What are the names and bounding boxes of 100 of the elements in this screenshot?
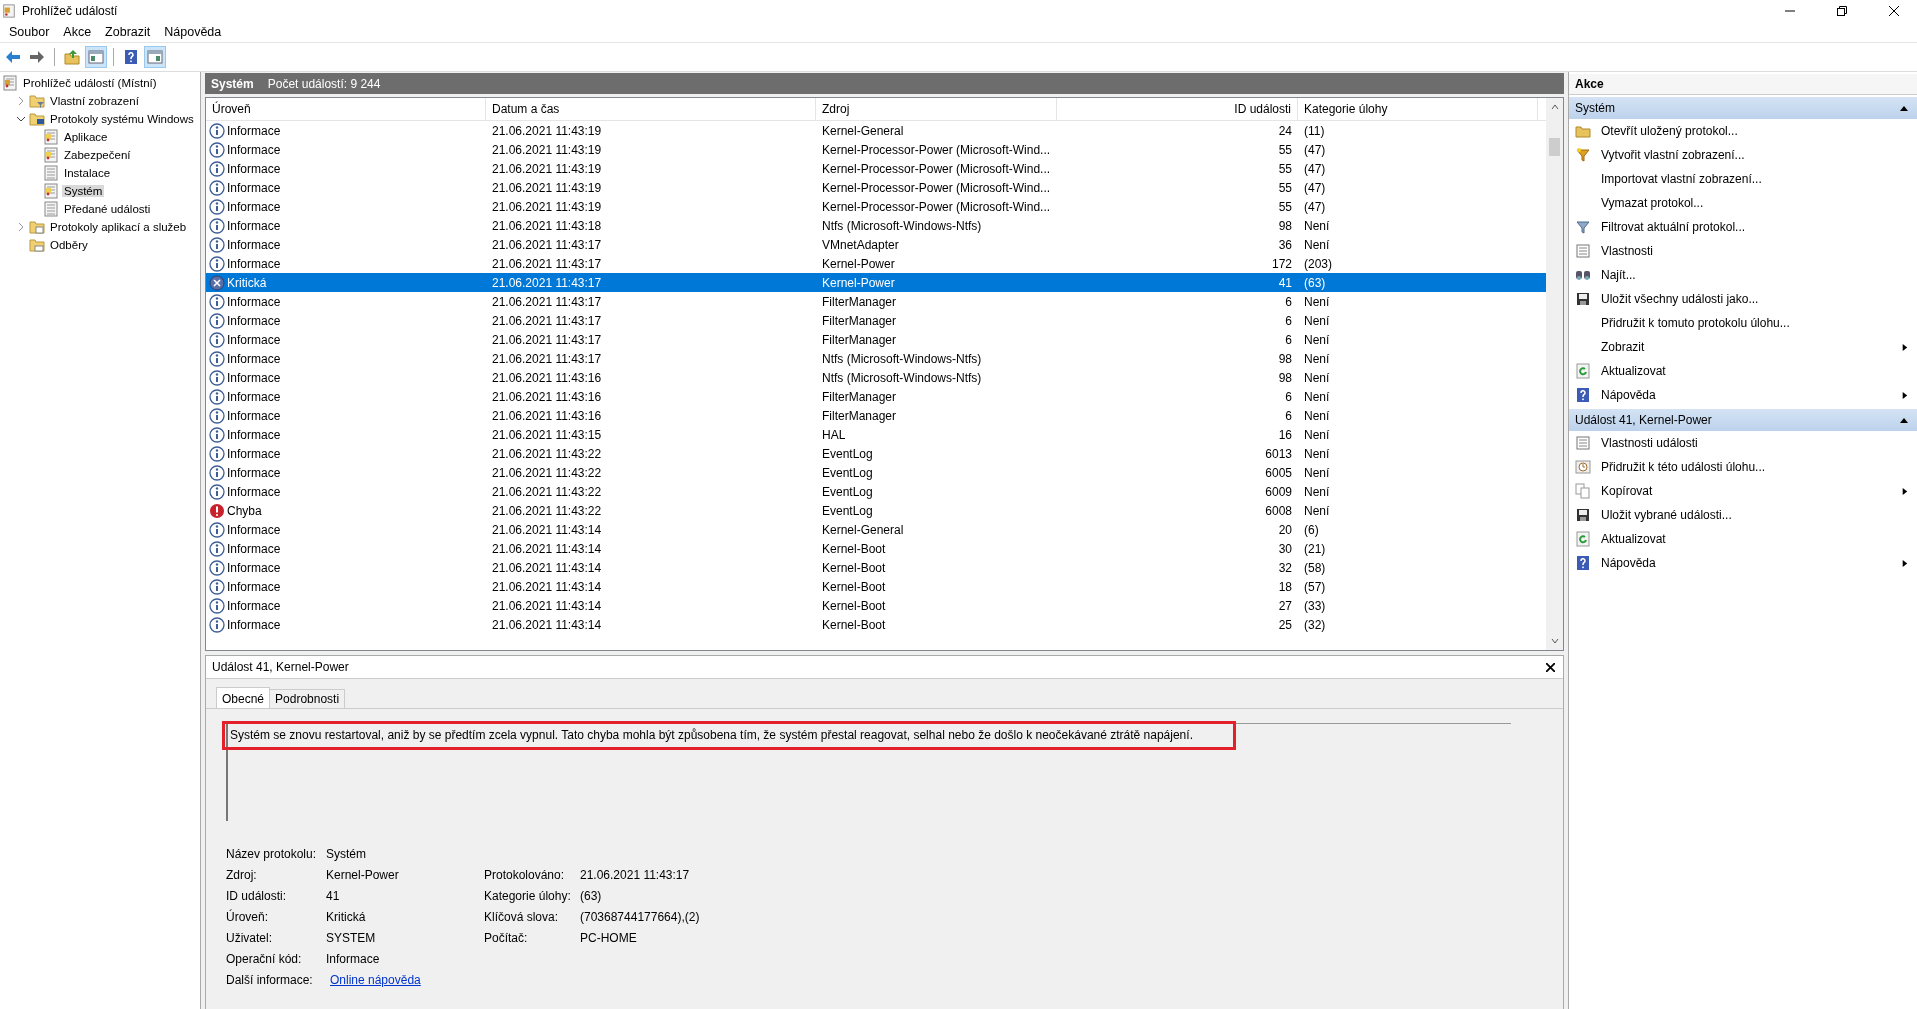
event-row[interactable]: Informace 21.06.2021 11:43:19 Kernel-Processor-Power (Microsoft-Wind... 55 (47) — [206, 178, 1546, 197]
action-item[interactable]: Nápověda — [1569, 551, 1917, 575]
action-item[interactable]: Vlastnosti — [1569, 239, 1917, 263]
table-cell: Informace — [227, 446, 281, 461]
info-icon — [209, 217, 225, 234]
event-row[interactable]: Informace 21.06.2021 11:43:17 FilterManager 6 Není — [206, 311, 1546, 330]
table-cell: 21.06.2021 11:43:17 — [492, 275, 602, 290]
column-header[interactable]: ID události — [1057, 98, 1298, 120]
action-item[interactable]: Otevřít uložený protokol... — [1569, 119, 1917, 143]
action-item[interactable]: Přidružit k této události úlohu... — [1569, 455, 1917, 479]
table-cell: 21.06.2021 11:43:17 — [492, 237, 602, 252]
close-button[interactable] — [1544, 660, 1557, 674]
tree-item[interactable]: Vlastní zobrazení — [48, 95, 141, 107]
toolbar-button[interactable] — [85, 46, 107, 68]
table-cell: Informace — [227, 598, 281, 613]
error-icon — [209, 502, 225, 519]
event-row[interactable]: Informace 21.06.2021 11:43:19 Kernel-General 24 (11) — [206, 121, 1546, 140]
log-icon — [43, 165, 59, 181]
action-item[interactable]: Zobrazit — [1569, 335, 1917, 359]
tree-item[interactable]: Protokoly aplikací a služeb — [48, 221, 189, 233]
event-row[interactable]: Informace 21.06.2021 11:43:14 Kernel-Boot 30 (21) — [206, 539, 1546, 558]
table-cell: Chyba — [227, 503, 262, 518]
tree-item[interactable]: Aplikace — [62, 131, 110, 143]
menu-item[interactable]: Soubor — [2, 25, 57, 39]
action-item[interactable]: Aktualizovat — [1569, 359, 1917, 383]
action-item[interactable]: Aktualizovat — [1569, 527, 1917, 551]
menu-item[interactable]: Nápověda — [157, 25, 229, 39]
info-icon — [209, 369, 225, 386]
action-item[interactable]: Vytvořit vlastní zobrazení... — [1569, 143, 1917, 167]
tab[interactable]: Podrobnosti — [269, 689, 346, 708]
event-row[interactable]: Informace 21.06.2021 11:43:14 Kernel-Boot 32 (58) — [206, 558, 1546, 577]
action-item[interactable]: Uložit vybrané události... — [1569, 503, 1917, 527]
action-item[interactable]: Najít... — [1569, 263, 1917, 287]
table-cell: 6 — [1285, 408, 1292, 423]
action-item[interactable]: Uložit všechny události jako... — [1569, 287, 1917, 311]
event-row[interactable]: Informace 21.06.2021 11:43:14 Kernel-Boot 18 (57) — [206, 577, 1546, 596]
help-link[interactable]: Online nápověda — [330, 972, 421, 987]
table-cell: 6 — [1285, 332, 1292, 347]
menu-item[interactable]: Zobrazit — [98, 25, 158, 39]
event-row[interactable]: Informace 21.06.2021 11:43:16 FilterManager 6 Není — [206, 387, 1546, 406]
event-row[interactable]: Informace 21.06.2021 11:43:18 Ntfs (Microsoft-Windows-Ntfs) 98 Není — [206, 216, 1546, 235]
forward-arrow-icon — [29, 49, 45, 65]
event-row[interactable]: Informace 21.06.2021 11:43:19 Kernel-Processor-Power (Microsoft-Wind... 55 (47) — [206, 197, 1546, 216]
event-row[interactable]: Informace 21.06.2021 11:43:15 HAL 16 Není — [206, 425, 1546, 444]
tree-item[interactable]: Předané události — [62, 203, 153, 215]
tree-item[interactable]: Systém — [62, 185, 105, 197]
info-icon — [209, 236, 225, 253]
event-row[interactable]: Informace 21.06.2021 11:43:19 Kernel-Processor-Power (Microsoft-Wind... 55 (47) — [206, 140, 1546, 159]
scrollbar-thumb[interactable] — [1549, 138, 1560, 156]
table-cell: 21.06.2021 11:43:15 — [492, 427, 602, 442]
event-row[interactable]: Informace 21.06.2021 11:43:22 EventLog 6013 Není — [206, 444, 1546, 463]
tree-item[interactable]: Zabezpečení — [62, 149, 133, 161]
tab[interactable]: Obecné — [216, 687, 271, 708]
event-row[interactable]: Informace 21.06.2021 11:43:17 FilterManager 6 Není — [206, 292, 1546, 311]
event-row[interactable]: Informace 21.06.2021 11:43:22 EventLog 6009 Není — [206, 482, 1546, 501]
table-cell: Není — [1304, 484, 1330, 499]
action-item[interactable]: Filtrovat aktuální protokol... — [1569, 215, 1917, 239]
tree-item[interactable]: Prohlížeč událostí (Místní) — [21, 77, 159, 89]
event-row[interactable]: Informace 21.06.2021 11:43:17 Ntfs (Microsoft-Windows-Ntfs) 98 Není — [206, 349, 1546, 368]
table-cell: Informace — [227, 370, 281, 385]
event-row[interactable]: Informace 21.06.2021 11:43:14 Kernel-Boot 27 (33) — [206, 596, 1546, 615]
menu-item[interactable]: Akce — [56, 25, 99, 39]
event-row[interactable]: Informace 21.06.2021 11:43:17 VMnetAdapter 36 Není — [206, 235, 1546, 254]
section-header[interactable]: Systém — [1569, 97, 1917, 119]
tree-item[interactable]: Instalace — [62, 167, 113, 179]
event-row[interactable]: Informace 21.06.2021 11:43:16 Ntfs (Microsoft-Windows-Ntfs) 98 Není — [206, 368, 1546, 387]
event-row[interactable]: Chyba 21.06.2021 11:43:22 EventLog 6008 Není — [206, 501, 1546, 520]
action-item[interactable]: Vlastnosti události — [1569, 431, 1917, 455]
action-item[interactable]: Vymazat protokol... — [1569, 191, 1917, 215]
event-row[interactable]: Informace 21.06.2021 11:43:16 FilterManager 6 Není — [206, 406, 1546, 425]
info-icon — [209, 331, 225, 348]
column-header[interactable]: Kategorie úlohy — [1298, 98, 1538, 120]
toolbar-button[interactable] — [144, 46, 166, 68]
tree-item[interactable]: Odběry — [48, 239, 90, 251]
action-item[interactable]: Importovat vlastní zobrazení... — [1569, 167, 1917, 191]
event-row[interactable]: Informace 21.06.2021 11:43:14 Kernel-Boot 25 (32) — [206, 615, 1546, 634]
refresh-icon — [1575, 363, 1591, 379]
event-row[interactable]: Informace 21.06.2021 11:43:14 Kernel-General 20 (6) — [206, 520, 1546, 539]
action-item[interactable]: Přidružit k tomuto protokolu úlohu... — [1569, 311, 1917, 335]
action-item[interactable]: Kopírovat — [1569, 479, 1917, 503]
event-row[interactable]: Kritická 21.06.2021 11:43:17 Kernel-Power 41 (63) — [206, 273, 1546, 292]
field-label: Operační kód: — [226, 951, 303, 966]
chevron-icon[interactable] — [16, 114, 26, 124]
event-row[interactable]: Informace 21.06.2021 11:43:19 Kernel-Processor-Power (Microsoft-Wind... 55 (47) — [206, 159, 1546, 178]
action-item[interactable]: Nápověda — [1569, 383, 1917, 407]
info-icon — [209, 616, 225, 633]
event-row[interactable]: Informace 21.06.2021 11:43:22 EventLog 6005 Není — [206, 463, 1546, 482]
column-header[interactable]: Datum a čas — [486, 98, 816, 120]
tree-item[interactable]: Protokoly systému Windows — [48, 113, 196, 125]
table-cell: Kernel-Boot — [822, 617, 886, 632]
scrollbar[interactable] — [1546, 98, 1563, 650]
column-header[interactable]: Úroveň — [206, 98, 486, 120]
event-row[interactable]: Informace 21.06.2021 11:43:17 Kernel-Power 172 (203) — [206, 254, 1546, 273]
scroll-down-icon[interactable] — [1549, 636, 1560, 646]
pane-icon — [147, 49, 163, 65]
scroll-up-icon[interactable] — [1549, 102, 1560, 112]
event-row[interactable]: Informace 21.06.2021 11:43:17 FilterManager 6 Není — [206, 330, 1546, 349]
section-header[interactable]: Událost 41, Kernel-Power — [1569, 409, 1917, 431]
table-cell: Informace — [227, 294, 281, 309]
column-header[interactable]: Zdroj — [816, 98, 1057, 120]
